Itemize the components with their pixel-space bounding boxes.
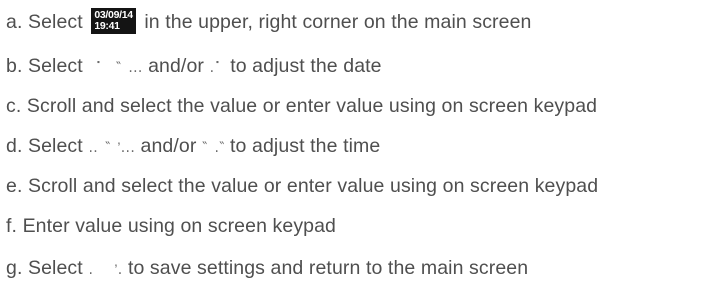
time-field-icons: ․․ ‶ ’․․․: [88, 139, 135, 155]
instruction-list: a. Select 03/09/14 19:41 in the upper, r…: [0, 0, 706, 304]
step-text-middle: and/or: [140, 135, 197, 157]
step-letter: e.: [6, 175, 23, 197]
date-arrow-icon: ․⠁: [209, 59, 225, 75]
step-text-before: Select: [28, 257, 83, 279]
step-text-middle: and/or: [148, 55, 204, 77]
step-text: Enter value using on screen keypad: [22, 215, 337, 237]
step-letter: a.: [6, 11, 23, 33]
step-text-after: to adjust the time: [230, 135, 381, 157]
step-text-after: in the upper, right corner on the main s…: [144, 11, 532, 33]
datetime-badge: 03/09/14 19:41: [91, 7, 136, 34]
step-text-after: to adjust the date: [230, 55, 382, 77]
step-text-before: Select: [28, 11, 83, 33]
step-text-before: Select: [28, 135, 83, 157]
step-text-before: Select: [28, 55, 83, 77]
step-text: Scroll and select the value or enter val…: [28, 175, 599, 197]
step-letter: f.: [6, 215, 18, 237]
step-d: d. Select ․․ ‶ ’․․․ and/or ‶ ․‶ to adjus…: [6, 134, 380, 158]
step-letter: c.: [6, 95, 22, 117]
date-field-icons: ⠁ ‶ ․․․: [88, 59, 143, 75]
save-icon: ․ ’․: [88, 261, 123, 277]
step-letter: g.: [6, 257, 23, 279]
step-f: f. Enter value using on screen keypad: [6, 214, 336, 238]
step-letter: b.: [6, 55, 23, 77]
step-e: e. Scroll and select the value or enter …: [6, 174, 598, 198]
step-c: c. Scroll and select the value or enter …: [6, 94, 597, 118]
step-a: a. Select 03/09/14 19:41 in the upper, r…: [6, 7, 532, 34]
step-text: Scroll and select the value or enter val…: [26, 95, 598, 117]
badge-time: 19:41: [94, 19, 120, 32]
time-arrow-icons: ‶ ․‶: [201, 139, 225, 155]
step-text-after: to save settings and return to the main …: [127, 257, 529, 279]
step-b: b. Select ⠁ ‶ ․․․ and/or ․⠁ to adjust th…: [6, 54, 382, 78]
step-letter: d.: [6, 135, 23, 157]
step-g: g. Select ․ ’․ to save settings and retu…: [6, 256, 528, 280]
